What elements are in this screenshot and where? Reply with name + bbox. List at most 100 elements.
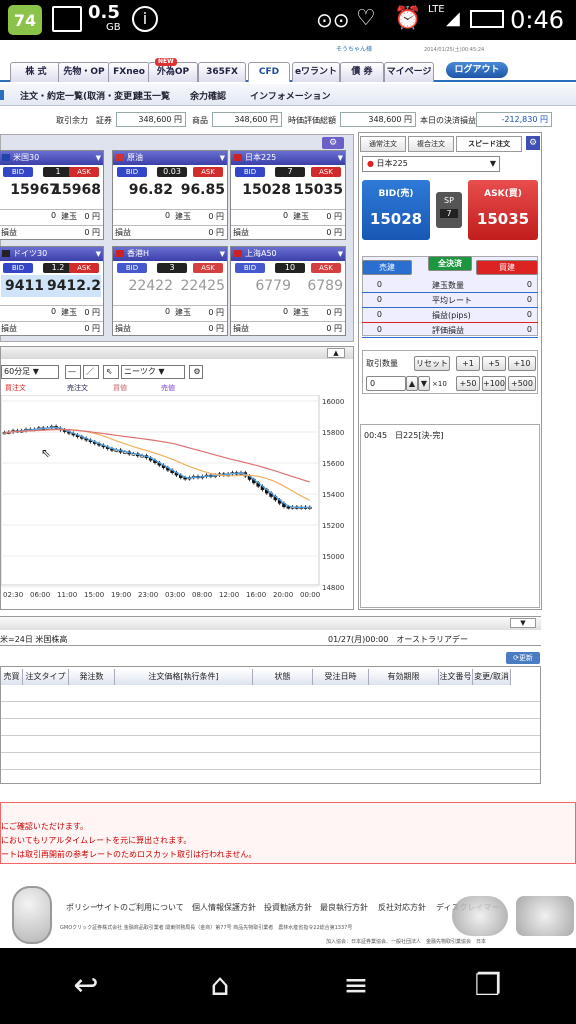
tab-fx-op[interactable]: NEW 外為OP bbox=[148, 58, 198, 82]
qty-input[interactable]: 0 bbox=[366, 376, 406, 391]
pane-header[interactable]: 米国30 ▼ bbox=[0, 151, 103, 165]
column-header[interactable]: 状態 bbox=[253, 669, 313, 685]
interval-select[interactable]: 60分足 ▼ bbox=[1, 365, 59, 379]
step-plus50-button[interactable]: +50 bbox=[456, 376, 480, 391]
logout-button[interactable]: ログアウト bbox=[446, 62, 508, 78]
pane-header[interactable]: 香港H ▼ bbox=[113, 247, 227, 261]
qty-up-icon[interactable]: ▲ bbox=[406, 376, 418, 391]
tab-mypage[interactable]: マイページ bbox=[384, 62, 434, 82]
refresh-button[interactable]: ⟳更新 bbox=[506, 652, 540, 664]
ask-price[interactable]: 15968 bbox=[43, 179, 101, 201]
keyboard-overlay-icon[interactable] bbox=[516, 896, 574, 936]
pane-header[interactable]: 原油 ▼ bbox=[113, 151, 227, 165]
mouse-overlay-icon[interactable] bbox=[12, 886, 52, 944]
order-settings-icon[interactable]: ⚙ bbox=[526, 136, 540, 150]
step-plus500-button[interactable]: +500 bbox=[508, 376, 536, 391]
column-header[interactable]: 有効期限 bbox=[369, 669, 439, 685]
ask-price[interactable]: 22425 bbox=[167, 275, 225, 297]
step-plus5-button[interactable]: +5 bbox=[482, 356, 506, 371]
rate-pane[interactable]: 原油 ▼ BID 0.03 ASK 96.82 96.85 0 建玉 0 円損益 0 円 bbox=[112, 150, 228, 240]
rate-pane[interactable]: ドイツ30 ▼ BID 1.2 ASK 9411.0 9412.2 0 建玉 0 円損益 0 円 bbox=[0, 246, 104, 336]
home-icon[interactable]: ⌂ bbox=[200, 966, 240, 1006]
tab-fxneo[interactable]: FXneo bbox=[108, 62, 150, 82]
dropdown-icon[interactable]: ▼ bbox=[338, 247, 343, 261]
qty-down-icon[interactable]: ▼ bbox=[418, 376, 430, 391]
pane-header[interactable]: ドイツ30 ▼ bbox=[0, 247, 103, 261]
dropdown-icon[interactable]: ▼ bbox=[220, 151, 225, 165]
news-line[interactable]: 00:45 日225[決-完] bbox=[364, 430, 443, 441]
column-header[interactable]: 発注数 bbox=[69, 669, 115, 685]
footer-link[interactable]: 投資勧誘方針 bbox=[264, 902, 312, 913]
settle-value: -212,830 円 bbox=[476, 112, 552, 127]
pane-header[interactable]: 上海A50 ▼ bbox=[231, 247, 345, 261]
ticker-expand-icon[interactable]: ▼ bbox=[510, 618, 536, 628]
dropdown-icon[interactable]: ▼ bbox=[96, 247, 101, 261]
tab-cfd[interactable]: CFD bbox=[248, 62, 290, 82]
column-header[interactable]: 注文価格[執行条件] bbox=[115, 669, 253, 685]
tab-ewarrant[interactable]: eワラント bbox=[292, 62, 340, 82]
subnav-margin[interactable]: 余力確認 bbox=[190, 89, 226, 102]
footer-link[interactable]: 個人情報保護方針 bbox=[192, 902, 256, 913]
reset-button[interactable]: リセット bbox=[414, 356, 450, 371]
recent-apps-icon[interactable]: ❐ bbox=[468, 966, 508, 1006]
footer-link[interactable]: ポリシー bbox=[66, 902, 98, 913]
column-header[interactable]: 受注日時 bbox=[313, 669, 369, 685]
footer-link[interactable]: サイトのご利用について bbox=[96, 902, 184, 913]
tab-combo-order[interactable]: 複合注文 bbox=[408, 136, 454, 152]
line-tool-icon[interactable]: — bbox=[65, 365, 81, 379]
column-header[interactable]: 変更/取消 bbox=[473, 669, 511, 685]
tab-speed-order[interactable]: スピード注文 bbox=[456, 136, 522, 152]
subnav-information[interactable]: インフォメーション bbox=[250, 89, 331, 102]
tab-bonds[interactable]: 債 券 bbox=[340, 62, 384, 82]
speed-ask-button[interactable]: ASK(買) 15035 bbox=[468, 180, 538, 240]
dropdown-icon[interactable]: ▼ bbox=[220, 247, 225, 261]
pointer-tool-icon[interactable]: ⇖ bbox=[103, 365, 119, 379]
ask-price[interactable]: 15035 bbox=[285, 179, 343, 201]
rate-pane[interactable]: 香港H ▼ BID 3 ASK 22422 22425 0 建玉 0 円損益 0 円 bbox=[112, 246, 228, 336]
trend-tool-icon[interactable]: ／ bbox=[83, 365, 99, 379]
tab-futures-op[interactable]: 先物・OP bbox=[58, 62, 110, 82]
dropdown-icon[interactable]: ▼ bbox=[96, 151, 101, 165]
speed-bid-button[interactable]: BID(売) 15028 bbox=[362, 180, 430, 240]
rate-pane[interactable]: 日本225 ▼ BID 7 ASK 15028 15035 0 建玉 0 円損益 0 円 bbox=[230, 150, 346, 240]
tab-stocks[interactable]: 株 式 bbox=[10, 62, 62, 82]
footer-link[interactable]: 反社対応方針 bbox=[378, 902, 426, 913]
tab-365fx[interactable]: 365FX bbox=[198, 62, 246, 82]
price-chart[interactable]: 16000 15800 15600 15400 15200 15000 14800 02:30… bbox=[1, 395, 353, 609]
column-header[interactable]: 売買 bbox=[1, 669, 23, 685]
menu-icon[interactable]: ≡ bbox=[336, 966, 376, 1006]
bid-price[interactable]: 96.82 bbox=[115, 179, 173, 201]
pane-header[interactable]: 日本225 ▼ bbox=[231, 151, 345, 165]
chart-settings-icon[interactable]: ⚙ bbox=[189, 365, 203, 379]
footer-link[interactable]: 最良執行方針 bbox=[320, 902, 368, 913]
settings-gear-icon[interactable]: ⚙ bbox=[322, 137, 344, 149]
subnav-orders[interactable]: 注文・約定一覧(取消・変更) bbox=[20, 89, 136, 102]
ask-price[interactable]: 96.85 bbox=[167, 179, 225, 201]
step-plus1-button[interactable]: +1 bbox=[456, 356, 480, 371]
ask-price[interactable]: 9412.2 bbox=[43, 275, 101, 297]
collapse-icon[interactable]: ▲ bbox=[327, 348, 345, 358]
gamepad-overlay-icon[interactable] bbox=[452, 896, 508, 936]
column-header[interactable]: 注文番号 bbox=[439, 669, 473, 685]
ticker-right[interactable]: 01/27(月)00:00 オーストラリアデー bbox=[328, 634, 468, 645]
bid-price[interactable]: 22422 bbox=[115, 275, 173, 297]
subnav-positions[interactable]: 建玉一覧 bbox=[134, 89, 170, 102]
step-plus100-button[interactable]: +100 bbox=[482, 376, 506, 391]
bid-price[interactable]: 6779 bbox=[233, 275, 291, 297]
step-plus10-button[interactable]: +10 bbox=[508, 356, 536, 371]
rate-pane[interactable]: 上海A50 ▼ BID 10 ASK 6779 6789 0 建玉 0 円損益 0 円 bbox=[230, 246, 346, 336]
sell-open-button[interactable]: 売建 bbox=[362, 260, 412, 275]
dropdown-icon[interactable]: ▼ bbox=[338, 151, 343, 165]
ask-price[interactable]: 6789 bbox=[285, 275, 343, 297]
rate-pane[interactable]: 米国30 ▼ BID 1 ASK 15967 15968 0 建玉 0 円損益 0 円 bbox=[0, 150, 104, 240]
column-header[interactable]: 注文タイプ bbox=[23, 669, 69, 685]
buy-open-button[interactable]: 買建 bbox=[476, 260, 538, 275]
position-label: 建玉 bbox=[293, 212, 309, 221]
symbol-select[interactable]: ● 日本225 ▼ bbox=[362, 156, 500, 172]
bid-price[interactable]: 15028 bbox=[233, 179, 291, 201]
ticker-left[interactable]: 米=24日 米国株高 bbox=[0, 634, 67, 645]
back-icon[interactable]: ↩ bbox=[66, 966, 106, 1006]
tab-normal-order[interactable]: 通常注文 bbox=[360, 136, 406, 152]
tool-select[interactable]: ニーツク ▼ bbox=[121, 365, 185, 379]
close-all-button[interactable]: 全決済 bbox=[428, 256, 472, 271]
